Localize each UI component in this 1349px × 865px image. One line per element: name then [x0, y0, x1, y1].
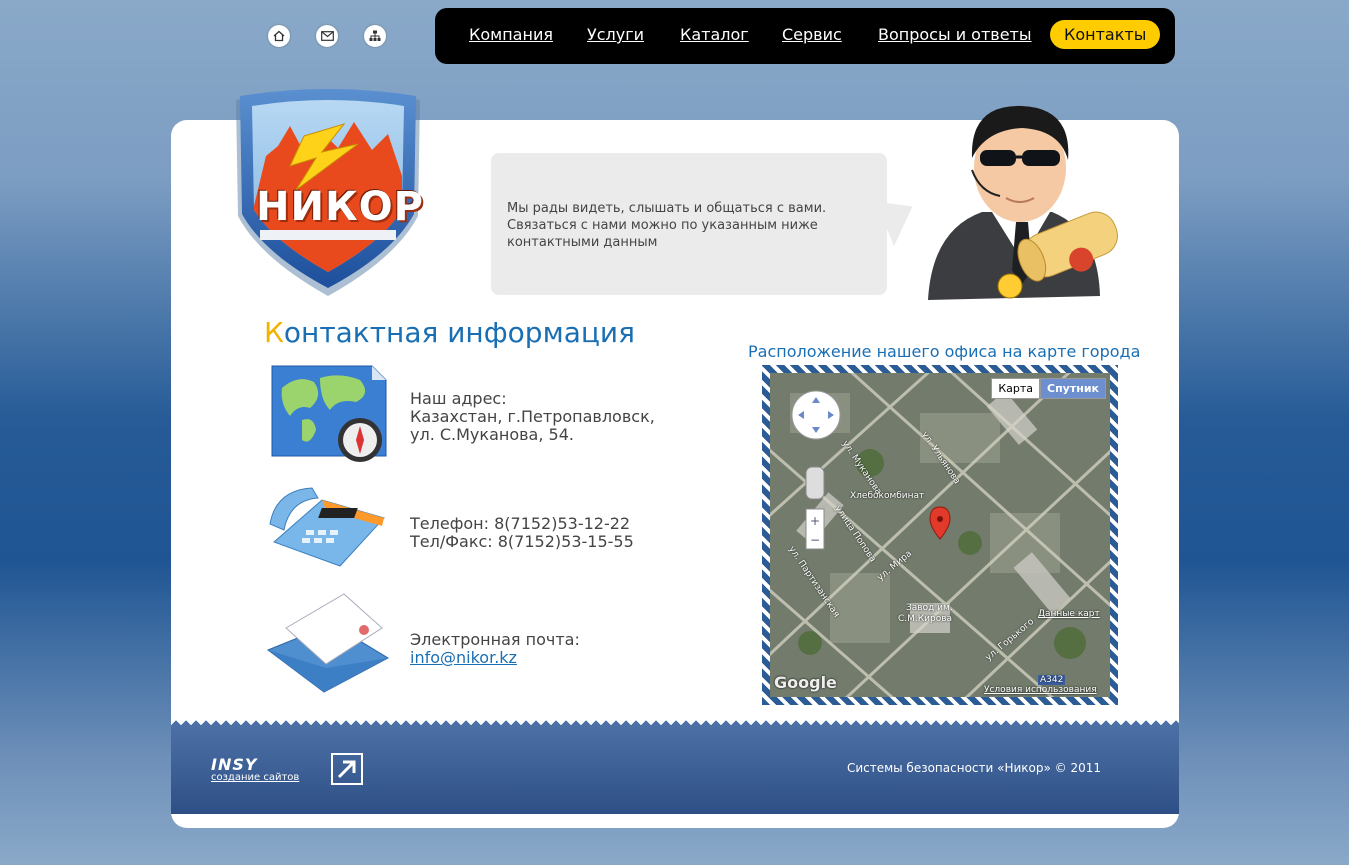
mail-icon[interactable]: [316, 25, 338, 47]
address-line: Казахстан, г.Петропавловск,: [410, 407, 655, 426]
address-block: Наш адрес: Казахстан, г.Петропавловск, у…: [410, 390, 655, 444]
footer: INSY создание сайтов Системы безопасност…: [171, 718, 1179, 814]
footer-zigzag: [171, 718, 1179, 728]
welcome-bubble: Мы рады видеть, слышать и общаться с вам…: [491, 153, 887, 295]
phone-block: Телефон: 8(7152)53-12-22 Тел/Факс: 8(715…: [410, 515, 634, 551]
phone-icon: [266, 480, 390, 580]
external-link-icon[interactable]: [331, 753, 363, 785]
contacts-title: Контактная информация: [264, 316, 635, 349]
map-title: Расположение нашего офиса на карте город…: [748, 342, 1141, 361]
map-data-link[interactable]: Данные карт: [1038, 609, 1100, 619]
email-link[interactable]: info@nikor.kz: [410, 648, 517, 667]
nav-item-contacts[interactable]: Контакты: [1050, 20, 1161, 49]
title-rest: онтактная информация: [283, 316, 635, 349]
nav-item-service[interactable]: Сервис: [782, 25, 842, 44]
svg-text:−: −: [810, 533, 820, 547]
address-label: Наш адрес:: [410, 389, 507, 408]
email-block: Электронная почта: info@nikor.kz: [410, 631, 580, 667]
nav-item-catalog[interactable]: Каталог: [680, 25, 749, 44]
map-label: Завод им.: [906, 603, 953, 613]
insy-credit[interactable]: INSY создание сайтов: [211, 755, 299, 783]
map-tab-satellite[interactable]: Спутник: [1040, 378, 1106, 399]
nav-item-company[interactable]: Компания: [469, 25, 553, 44]
home-icon[interactable]: [268, 25, 290, 47]
phone-line: Телефон: 8(7152)53-12-22: [410, 514, 631, 533]
welcome-line: Связаться с нами можно по указанным ниже: [507, 218, 818, 233]
logo-text: НИКОР: [256, 184, 424, 230]
copyright: Системы безопасности «Никор» © 2011: [846, 761, 1101, 775]
welcome-line: контактными данным: [507, 235, 658, 250]
road-badge: A342: [1038, 675, 1066, 685]
fax-line: Тел/Факс: 8(7152)53-15-55: [410, 532, 634, 551]
security-guard-illustration: [922, 100, 1122, 332]
welcome-line: Мы рады видеть, слышать и общаться с вам…: [507, 201, 827, 216]
satellite-map[interactable]: + − Карта Спутник Хлебокомбинат Завод им…: [770, 373, 1110, 697]
welcome-text: Мы рады видеть, слышать и общаться с вам…: [507, 200, 872, 251]
map-label: Хлебокомбинат: [850, 491, 925, 501]
map-terms-link[interactable]: Условия использования: [984, 685, 1097, 695]
address-line: ул. С.Муканова, 54.: [410, 425, 574, 444]
svg-text:+: +: [810, 514, 820, 528]
title-first-letter: К: [264, 316, 284, 349]
envelope-icon: [264, 588, 392, 704]
map-frame: + − Карта Спутник Хлебокомбинат Завод им…: [762, 365, 1118, 705]
nav-item-services[interactable]: Услуги: [587, 25, 644, 44]
email-label: Электронная почта:: [410, 630, 580, 649]
main-nav: Компания Услуги Каталог Сервис Вопросы и…: [435, 8, 1175, 64]
google-logo[interactable]: Google: [774, 673, 837, 692]
insy-sub-link[interactable]: создание сайтов: [211, 772, 299, 783]
sitemap-icon[interactable]: [364, 25, 386, 47]
map-type-switch: Карта Спутник: [991, 378, 1106, 399]
map-label: С.М.Кирова: [898, 614, 953, 624]
nikor-logo[interactable]: НИКОР: [226, 86, 430, 300]
map-tab-map[interactable]: Карта: [991, 378, 1040, 399]
world-map-compass-icon: [268, 360, 392, 472]
nav-item-faq[interactable]: Вопросы и ответы: [878, 25, 1032, 44]
